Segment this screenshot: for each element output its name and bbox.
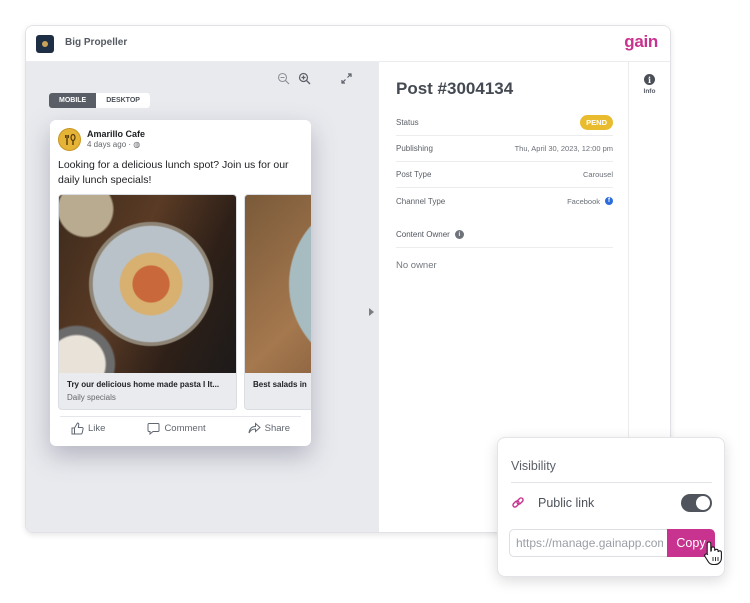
public-link-label: Public link [538,496,595,510]
visibility-popup: Visibility Public link Copy [497,437,725,577]
top-bar: Big Propeller gain [26,26,670,62]
rail-item-label: Info [643,88,656,95]
content-owner-header: Content Owner i [396,230,613,248]
slide-subtitle: Daily specials [67,393,116,402]
post-type-row: Post Type Carousel [396,162,613,188]
public-link-toggle[interactable] [681,494,712,512]
page-avatar [58,128,81,151]
comment-button[interactable]: Comment [147,422,206,435]
post-text: Looking for a delicious lunch spot? Join… [58,159,289,186]
status-badge: PEND [580,115,613,130]
org-name: Big Propeller [65,37,128,48]
channel-type-label: Channel Type [396,196,446,206]
carousel-slide[interactable]: Best salads in [244,194,311,410]
expand-icon[interactable] [340,72,353,85]
post-type-label: Post Type [396,170,432,179]
carousel-slide[interactable]: Try our delicious home made pasta I It..… [58,194,237,410]
thumbs-up-icon [71,422,84,435]
public-link-row: Public link [511,493,712,513]
facebook-icon: f [605,197,613,205]
pasta-image [59,195,236,373]
zoom-out-icon[interactable] [277,72,290,85]
like-label: Like [88,423,106,434]
post-actions: Like Comment Share [50,422,311,435]
channel-type-value: Facebook f [567,197,613,206]
share-button[interactable]: Share [248,422,290,435]
content-owner-label: Content Owner [396,230,450,239]
facebook-post-preview: Amarillo Cafe 4 days ago · ◍ Looking for… [50,120,311,446]
channel-type-row: Channel Type Facebook f [396,188,613,214]
content-owner-value[interactable]: No owner [396,260,437,271]
visibility-title: Visibility [511,459,556,473]
public-link-input[interactable] [509,529,669,557]
carousel[interactable]: Try our delicious home made pasta I It..… [58,194,311,410]
comment-icon [147,423,160,435]
zoom-controls [277,72,311,85]
divider [511,482,712,483]
link-icon [512,497,524,508]
publishing-value: Thu, April 30, 2023, 12:00 pm [514,144,613,153]
view-mode-toggle: MOBILE DESKTOP [49,93,150,108]
like-button[interactable]: Like [71,422,105,435]
zoom-in-icon[interactable] [298,72,311,85]
publishing-row: Publishing Thu, April 30, 2023, 12:00 pm [396,136,613,162]
info-icon[interactable]: i [454,230,464,239]
tab-mobile[interactable]: MOBILE [49,93,97,108]
collapse-panel-arrow-icon[interactable] [369,308,374,316]
status-row: Status PEND [396,110,613,136]
brand-logo: gain [624,32,658,51]
hand-cursor-icon [704,541,722,566]
publishing-label: Publishing [396,144,433,153]
salad-image [245,195,311,373]
tab-desktop[interactable]: DESKTOP [96,93,150,108]
slide-title: Best salads in [253,380,307,389]
divider [60,416,301,417]
post-title: Post #3004134 [396,79,514,98]
preview-pane: MOBILE DESKTOP Amarillo Cafe 4 days ago … [26,62,379,532]
slide-title: Try our delicious home made pasta I It..… [67,380,220,389]
info-icon: i [644,74,655,85]
share-label: Share [264,423,290,434]
post-type-value: Carousel [582,170,613,179]
toggle-knob [696,496,710,510]
post-meta: 4 days ago · ◍ [87,140,141,149]
channel-type-text: Facebook [567,196,600,206]
comment-label: Comment [164,423,206,434]
page-name[interactable]: Amarillo Cafe [87,129,145,139]
org-logo[interactable] [36,35,54,53]
share-icon [248,422,261,434]
rail-item-info[interactable]: i Info [629,74,670,95]
status-label: Status [396,118,419,127]
